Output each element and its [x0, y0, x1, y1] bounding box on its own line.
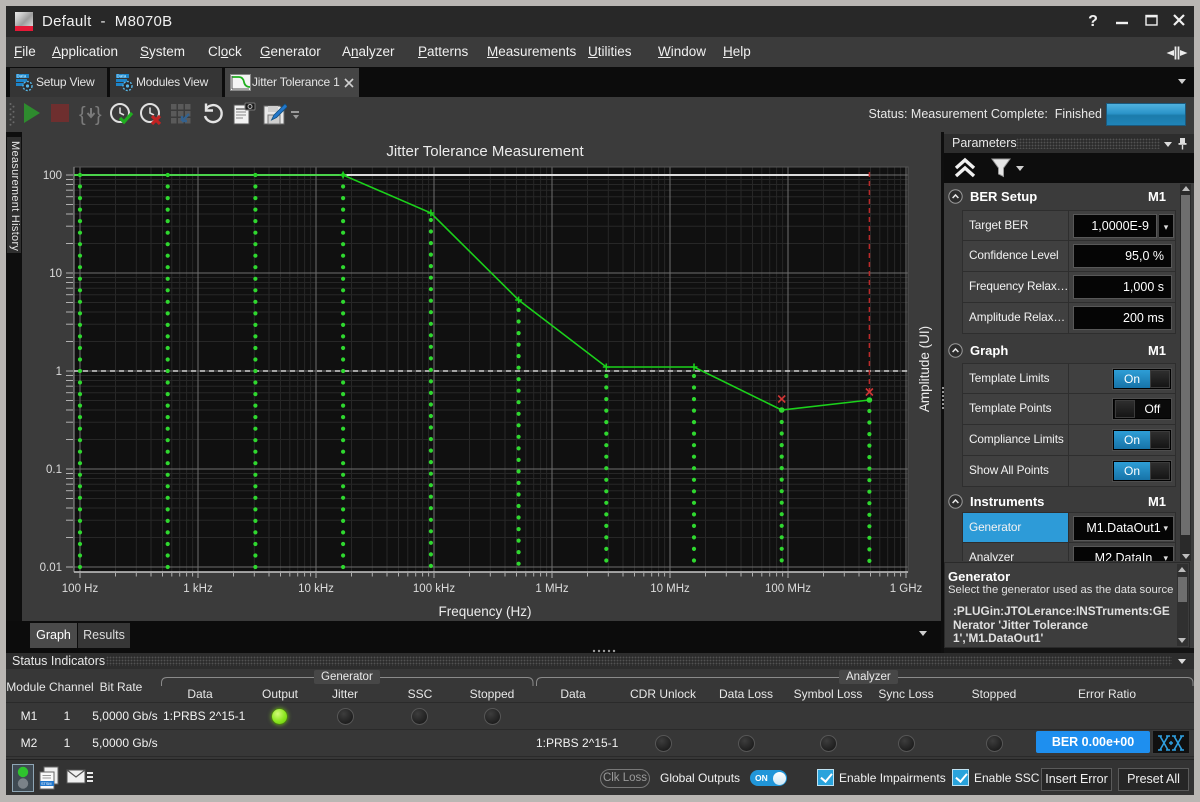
svg-text:100 kHz: 100 kHz [413, 583, 455, 595]
svg-text:1: 1 [56, 366, 62, 378]
svg-text:Jitter Tolerance Measurement: Jitter Tolerance Measurement [386, 143, 584, 160]
svg-text:100 MHz: 100 MHz [765, 583, 811, 595]
svg-text:100 Hz: 100 Hz [62, 583, 99, 595]
svg-text:}: } [95, 104, 102, 126]
svg-text:{: { [79, 104, 86, 126]
svg-text:1 GHz: 1 GHz [890, 583, 923, 595]
svg-text:0.1: 0.1 [46, 464, 62, 476]
svg-text:Frequency (Hz): Frequency (Hz) [438, 604, 531, 619]
svg-text:100: 100 [43, 170, 62, 182]
svg-text:Data: Data [117, 74, 127, 79]
svg-text:Data: Data [17, 74, 27, 79]
svg-text:Amplitude (UI): Amplitude (UI) [917, 326, 932, 412]
svg-text:1 kHz: 1 kHz [183, 583, 213, 595]
svg-text:0.01: 0.01 [40, 562, 62, 574]
svg-text:10: 10 [49, 268, 62, 280]
svg-text:10 kHz: 10 kHz [298, 583, 334, 595]
svg-text:10 MHz: 10 MHz [650, 583, 690, 595]
svg-text:STSM: STSM [41, 782, 52, 786]
svg-text:1 MHz: 1 MHz [535, 583, 568, 595]
